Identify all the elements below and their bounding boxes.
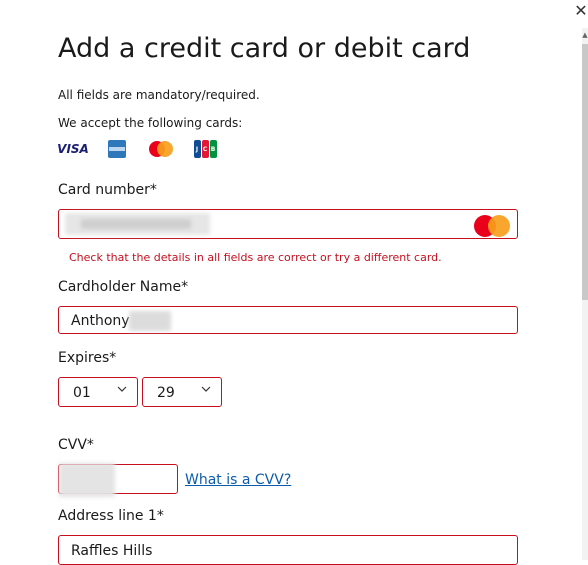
expires-label: Expires* <box>58 350 117 366</box>
expiry-month-select[interactable]: 01 <box>58 377 138 407</box>
close-button[interactable]: ✕ <box>572 2 588 20</box>
cvv-input[interactable] <box>58 463 178 497</box>
amex-logo <box>102 139 132 159</box>
accepted-cards-note: We accept the following cards: <box>58 116 243 130</box>
page-title: Add a credit card or debit card <box>58 33 471 64</box>
card-number-label: Card number* <box>58 182 157 198</box>
chevron-down-icon <box>117 386 127 392</box>
visa-logo: VISA <box>57 142 89 156</box>
cardholder-label: Cardholder Name* <box>58 279 189 295</box>
cardholder-input[interactable]: Anthony <box>58 306 518 334</box>
address-line1-label: Address line 1* <box>58 508 164 524</box>
cvv-label: CVV* <box>58 437 94 453</box>
mastercard-logo <box>146 139 176 159</box>
scroll-up-arrow-icon[interactable]: ▲ <box>582 30 588 40</box>
mandatory-note: All fields are mandatory/required. <box>58 88 260 102</box>
mastercard-icon <box>473 213 511 237</box>
expiry-year-select[interactable]: 29 <box>142 377 222 407</box>
address-line1-input[interactable]: Raffles Hills <box>58 535 518 565</box>
card-number-input[interactable] <box>58 209 518 239</box>
redacted-cvv <box>59 463 115 497</box>
card-error-message: Check that the details in all fields are… <box>69 251 442 264</box>
chevron-down-icon <box>201 386 211 392</box>
jcb-logo: J C B <box>190 139 220 159</box>
redacted-card-digits <box>81 219 191 229</box>
accepted-cards: VISA J C B <box>57 139 220 159</box>
redacted-surname <box>129 311 171 331</box>
scrollbar-thumb[interactable] <box>582 44 588 300</box>
what-is-cvv-link[interactable]: What is a CVV? <box>185 472 291 488</box>
